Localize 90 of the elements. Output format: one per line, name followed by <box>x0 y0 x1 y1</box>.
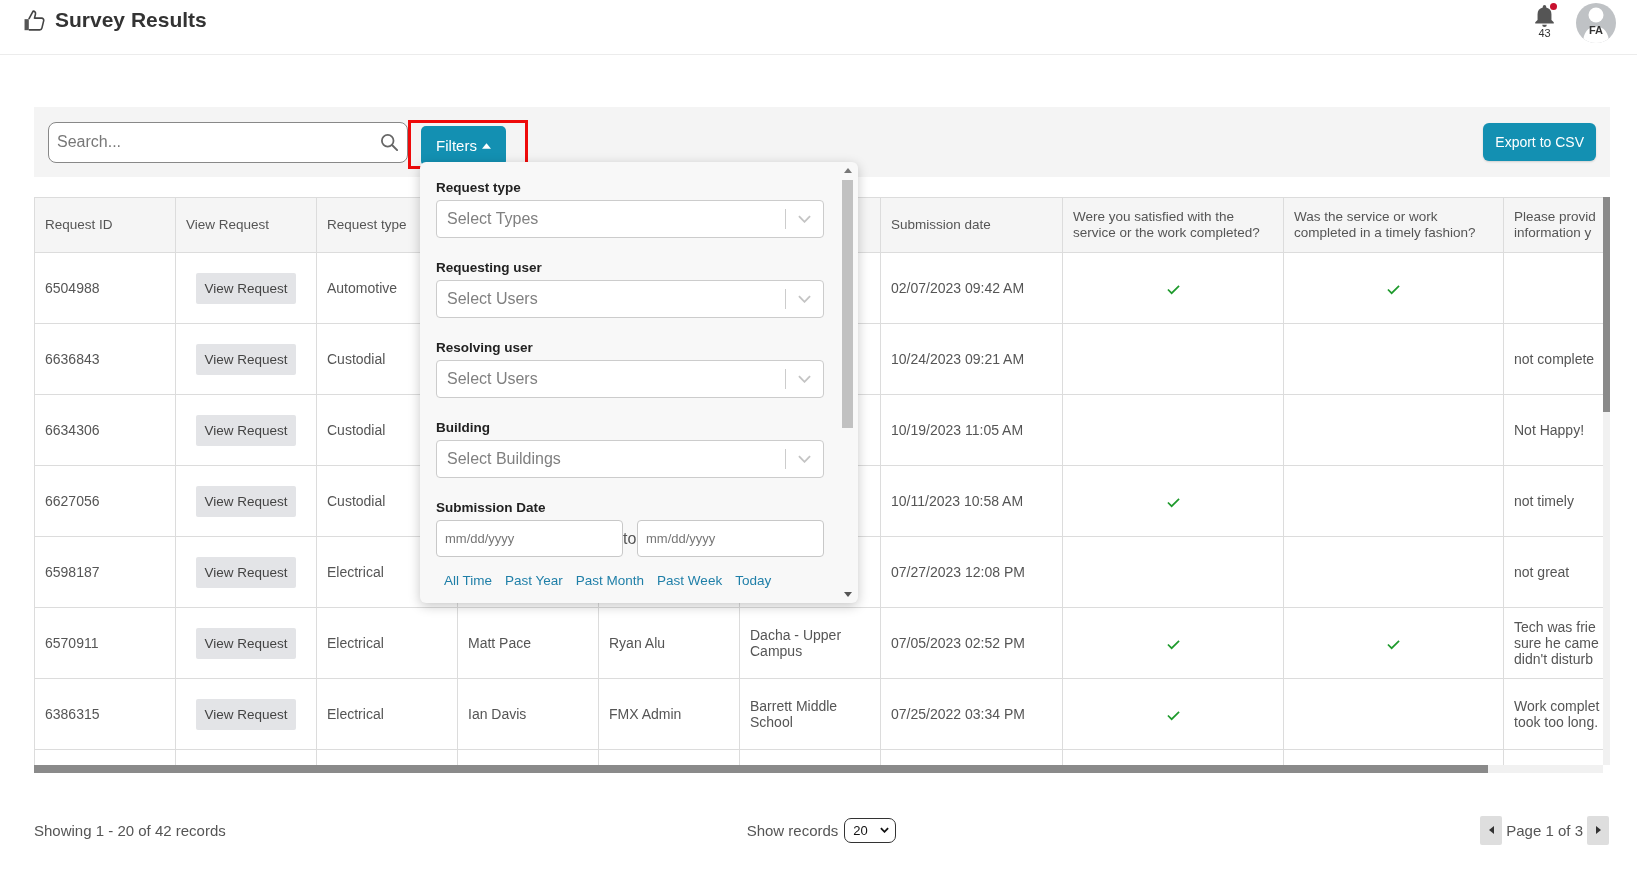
table-cell: 6386315 <box>45 706 100 722</box>
next-page-button[interactable] <box>1587 815 1609 845</box>
table-cell: 10/11/2023 10:58 AM <box>891 493 1024 509</box>
field-label: Resolving user <box>436 339 534 356</box>
view-request-button[interactable]: View Request <box>196 627 296 659</box>
view-request-button[interactable]: View Request <box>196 343 296 375</box>
table-cell: 6598187 <box>45 564 100 580</box>
table-cell: Automotive <box>327 280 398 296</box>
table-cell: 6570911 <box>45 635 99 651</box>
page-size-label: Show records <box>746 821 839 839</box>
table-cell: 10/19/2023 11:05 AM <box>891 422 1024 438</box>
table-cell: not complete <box>1514 351 1595 367</box>
export-csv-button[interactable]: Export to CSV <box>1483 123 1596 161</box>
view-request-button[interactable]: View Request <box>196 556 296 588</box>
table-cell: Dacha - Upper Campus <box>750 627 842 659</box>
date-range-link[interactable]: Past Month <box>575 573 645 589</box>
table-cell: not timely <box>1514 493 1574 509</box>
chevron-down-icon <box>798 455 811 463</box>
caret-down-icon <box>843 592 852 597</box>
table-cell: Matt Pace <box>468 635 532 651</box>
column-header: View Request <box>175 197 317 253</box>
table-cell: Custodial <box>327 422 386 438</box>
bell-icon <box>1535 5 1554 27</box>
table-cell: FMX Admin <box>609 706 682 722</box>
caret-left-icon <box>1488 826 1494 834</box>
table-cell: 02/07/2023 09:42 AM <box>891 280 1025 296</box>
notifications-button[interactable]: 43 <box>1535 5 1554 39</box>
table-cell: 6636843 <box>45 351 100 367</box>
search-field[interactable]: Search... <box>48 121 408 163</box>
field-label: Submission Date <box>436 499 547 516</box>
date-range-link[interactable]: Today <box>735 573 772 589</box>
table-cell: Electrical <box>327 635 384 651</box>
field-label: Building <box>436 419 491 436</box>
select-field[interactable]: Select Users <box>436 360 824 398</box>
date-range-link[interactable]: Past Year <box>505 573 563 589</box>
page-title: Survey Results <box>55 7 207 33</box>
page-size-select[interactable]: 20 <box>844 817 897 843</box>
field-label: Request type <box>436 179 522 196</box>
view-request-button[interactable]: View Request <box>196 414 296 446</box>
previous-page-button[interactable] <box>1480 815 1503 845</box>
table-cell: Barrett Middle School <box>750 698 838 730</box>
table-cell: 6504988 <box>45 280 100 296</box>
table-cell: Not Happy! <box>1514 422 1585 438</box>
scrollbar[interactable] <box>1603 197 1610 765</box>
table-cell: Ian Davis <box>468 706 527 722</box>
chevron-down-icon <box>798 215 811 223</box>
thumbs-up-icon <box>24 9 45 31</box>
page-indicator: Page 1 of 3 <box>1506 821 1583 839</box>
view-request-button[interactable]: View Request <box>196 698 296 730</box>
table-cell: 6627056 <box>45 493 100 509</box>
table-cell: Tech was frie sure he came didn't disturb <box>1514 619 1599 667</box>
field-label: Requesting user <box>436 259 543 276</box>
table-cell: Work complet took too long. <box>1514 698 1600 730</box>
to-label: to <box>623 529 637 548</box>
table-cell: Custodial <box>327 493 386 509</box>
avatar-button[interactable]: FA <box>1576 3 1616 43</box>
table-cell: 07/05/2023 02:52 PM <box>891 635 1025 651</box>
table-cell: 6634306 <box>45 422 100 438</box>
view-request-button[interactable]: View Request <box>196 272 296 304</box>
records-summary: Showing 1 - 20 of 42 records <box>34 821 226 839</box>
select-field[interactable]: Select Types <box>436 200 824 238</box>
column-header: Submission date <box>880 197 1063 253</box>
scrollbar-thumb[interactable] <box>842 180 853 428</box>
caret-up-icon <box>843 168 852 173</box>
select-field[interactable]: Select Buildings <box>436 440 824 478</box>
date-range-link[interactable]: Past Week <box>657 573 723 589</box>
table-cell: Ryan Alu <box>609 635 666 651</box>
column-header: Were you satisfied with the service or the work completed? <box>1062 197 1284 253</box>
table-cell: 07/27/2023 12:08 PM <box>891 564 1025 580</box>
caret-right-icon <box>1595 826 1601 834</box>
column-header: Request ID <box>34 197 176 253</box>
table-cell: 10/24/2023 09:21 AM <box>891 351 1025 367</box>
column-header: Was the service or work completed in a timely fashion? <box>1283 197 1504 253</box>
chevron-down-icon <box>798 295 811 303</box>
table-cell: Electrical <box>327 706 384 722</box>
table-cell: 07/25/2022 03:34 PM <box>891 706 1025 722</box>
table-cell: Custodial <box>327 351 386 367</box>
chevron-down-icon <box>798 375 811 383</box>
filters-button[interactable]: Filters <box>421 125 506 166</box>
date-range-link[interactable]: All Time <box>444 573 492 589</box>
table-cell: not great <box>1514 564 1570 580</box>
view-request-button[interactable]: View Request <box>196 485 296 517</box>
search-icon <box>381 133 398 151</box>
table-cell: Electrical <box>327 564 384 580</box>
chevron-down-icon <box>880 827 890 833</box>
date-field[interactable]: mm/dd/yyyy <box>637 520 824 557</box>
date-field[interactable]: mm/dd/yyyy <box>436 520 623 557</box>
scrollbar-thumb[interactable] <box>1603 197 1610 412</box>
column-header: Please provid information y <box>1503 197 1603 253</box>
select-field[interactable]: Select Users <box>436 280 824 318</box>
